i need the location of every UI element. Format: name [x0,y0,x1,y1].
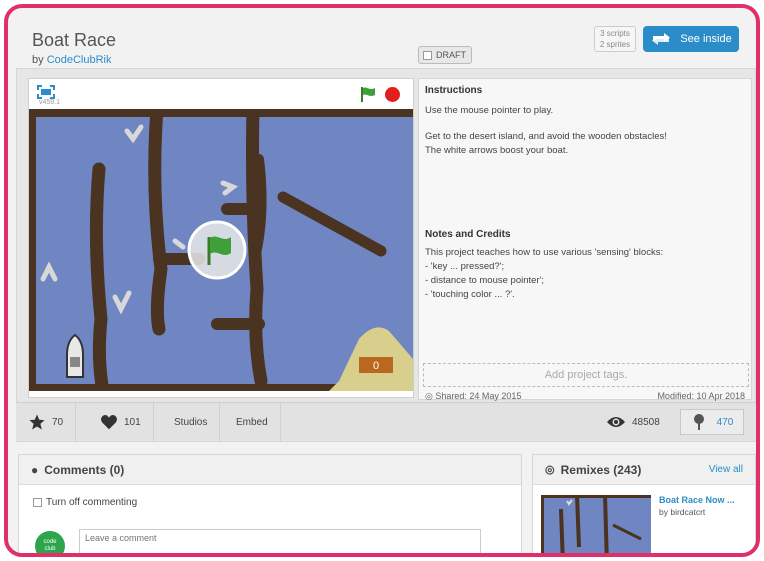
views-value: 48508 [632,416,660,428]
remixes-section: ◎ Remixes (243) View all Boat Race Now .… [532,454,756,557]
project-player: v459.1 0 [28,78,414,398]
instructions-heading: Instructions [425,85,483,96]
share-icon: ◎ [425,391,433,401]
remixes-count: 470 [716,416,734,428]
instructions-line: Use the mouse pointer to play. [425,105,554,116]
shared-label: Shared: 24 May 2015 [435,391,522,401]
project-byline: by CodeClubRik [32,54,112,66]
view-all-link[interactable]: View all [709,464,743,475]
views-count: 48508 [606,403,660,441]
remix-icon: ◎ [545,464,555,476]
remix-title[interactable]: Boat Race Now ... [659,495,735,505]
heart-icon [101,415,117,430]
modified-date: Modified: 10 Apr 2018 [657,391,745,401]
notes-line: - distance to mouse pointer'; [425,275,545,286]
loves-count: 101 [124,416,141,428]
scripts-count: 3 scripts [600,29,630,38]
remix-tree-button[interactable]: 470 [680,409,744,435]
notes-line: - 'key ... pressed?'; [425,261,505,272]
boat-sprite [66,333,84,378]
draft-checkbox[interactable] [423,50,432,60]
stage-score: 0 [373,360,379,372]
avatar: code club [35,531,65,553]
by-prefix: by [32,54,44,66]
tree-icon [693,414,704,430]
player-version: v459.1 [39,99,61,106]
player-controls: v459.1 [29,79,413,109]
eye-icon [607,417,625,427]
green-flag-icon[interactable] [359,85,377,103]
embed-button[interactable]: Embed [224,403,281,441]
avatar-text: club [44,546,56,552]
shared-date: ◎ Shared: 24 May 2015 [425,391,521,402]
notes-line: - 'touching color ... ?'. [425,289,515,300]
stop-button[interactable] [385,87,400,102]
avatar-text: code [43,539,57,545]
love-button[interactable]: 101 [88,403,154,441]
remix-arrows-icon [652,33,671,45]
author-link[interactable]: CodeClubRik [47,54,112,66]
fullscreen-icon[interactable] [37,85,55,99]
see-inside-button[interactable]: See inside [643,26,739,52]
notes-heading: Notes and Credits [425,229,511,240]
comment-bubble-icon: ● [31,462,39,477]
remix-author: by birdcatcrt [659,507,706,517]
studios-button[interactable]: Studios [162,403,221,441]
remixes-header: ◎ Remixes (243) View all [533,455,755,485]
comments-heading: Comments (0) [44,462,125,477]
turn-off-commenting[interactable]: Turn off commenting [33,497,137,508]
instructions-line: The white arrows boost your boat. [425,145,569,156]
green-flag-overlay[interactable] [187,220,247,280]
project-info: Instructions Use the mouse pointer to pl… [418,78,752,402]
see-inside-label: See inside [680,33,732,45]
favorites-count: 70 [52,416,64,428]
notes-line: This project teaches how to use various … [425,247,664,258]
comment-input[interactable] [79,529,481,553]
comments-section: ● Comments (0) Turn off commenting code … [18,454,522,553]
sprites-count: 2 sprites [599,40,631,49]
draft-label: DRAFT [436,50,466,60]
draft-toggle[interactable]: DRAFT [418,46,472,64]
comments-header: ● Comments (0) [19,455,521,485]
turn-off-label: Turn off commenting [46,497,138,508]
project-title: Boat Race [32,30,117,50]
add-tags-field[interactable]: Add project tags. [423,363,749,387]
embed-label: Embed [236,416,268,428]
favorite-button[interactable]: 70 [16,403,77,441]
remix-thumbnail[interactable] [541,495,651,557]
remixes-heading: Remixes (243) [560,462,642,477]
studios-label: Studios [174,416,208,428]
page-frame: Boat Race by CodeClubRik DRAFT 3 scripts… [4,4,760,557]
instructions-line: Get to the desert island, and avoid the … [425,131,667,142]
star-icon [29,414,45,430]
project-counts: 3 scripts 2 sprites [594,26,636,52]
game-stage[interactable]: 0 [29,109,413,391]
stats-bar: 70 101 Studios Embed 48508 470 [16,402,756,441]
turn-off-checkbox[interactable] [33,498,42,507]
